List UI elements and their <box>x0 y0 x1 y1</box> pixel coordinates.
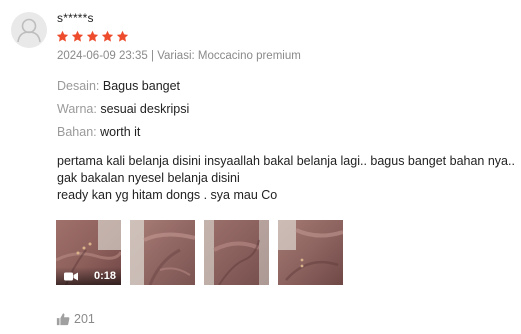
attribute-value: worth it <box>100 125 141 139</box>
attribute-value: sesuai deskripsi <box>100 102 190 116</box>
star-icon <box>71 30 84 42</box>
star-icon <box>56 30 69 42</box>
attribute-color: Warna: sesuai deskripsi <box>57 102 189 116</box>
attribute-label: Warna: <box>57 102 97 116</box>
review-media: 0:18 <box>56 220 343 285</box>
attribute-label: Bahan: <box>57 125 97 139</box>
thumbs-up-icon <box>56 313 70 326</box>
like-count: 201 <box>74 312 95 326</box>
attribute-value: Bagus banget <box>102 79 181 93</box>
comment-line: gak bakalan nyesel belanja disini <box>57 171 240 185</box>
variation-value: Moccacino premium <box>197 50 301 62</box>
star-icon <box>101 30 114 42</box>
reviewer-username: s*****s <box>57 11 94 25</box>
photo-thumbnail[interactable] <box>278 220 343 285</box>
user-silhouette-icon <box>17 18 41 43</box>
review-comment: pertama kali belanja disini insyaallah b… <box>57 153 519 204</box>
star-icon <box>86 30 99 42</box>
attribute-material: Bahan: worth it <box>57 125 140 139</box>
video-camera-icon <box>64 272 78 281</box>
like-button[interactable]: 201 <box>56 312 95 326</box>
review-meta: 2024-06-09 23:35 | Variasi: Moccacino pr… <box>57 50 301 62</box>
product-review: s*****s 2024-06-09 23:35 | Variasi: Mocc… <box>0 0 521 334</box>
star-icon <box>116 30 129 42</box>
comment-line: ready kan yg hitam dongs . sya mau Co <box>57 188 278 202</box>
variation-label: Variasi: <box>157 50 198 62</box>
photo-thumbnail[interactable] <box>130 220 195 285</box>
comment-line: pertama kali belanja disini insyaallah b… <box>57 154 515 168</box>
video-duration: 0:18 <box>93 270 116 282</box>
review-photo <box>278 220 343 285</box>
attribute-design: Desain: Bagus banget <box>57 79 180 93</box>
attribute-label: Desain: <box>57 79 100 93</box>
video-thumbnail[interactable]: 0:18 <box>56 220 121 285</box>
meta-separator: | <box>147 50 158 62</box>
rating-stars <box>56 30 129 43</box>
avatar[interactable] <box>11 12 47 48</box>
review-date: 2024-06-09 23:35 <box>57 50 148 62</box>
photo-thumbnail[interactable] <box>204 220 269 285</box>
review-photo <box>204 220 269 285</box>
review-photo <box>130 220 195 285</box>
